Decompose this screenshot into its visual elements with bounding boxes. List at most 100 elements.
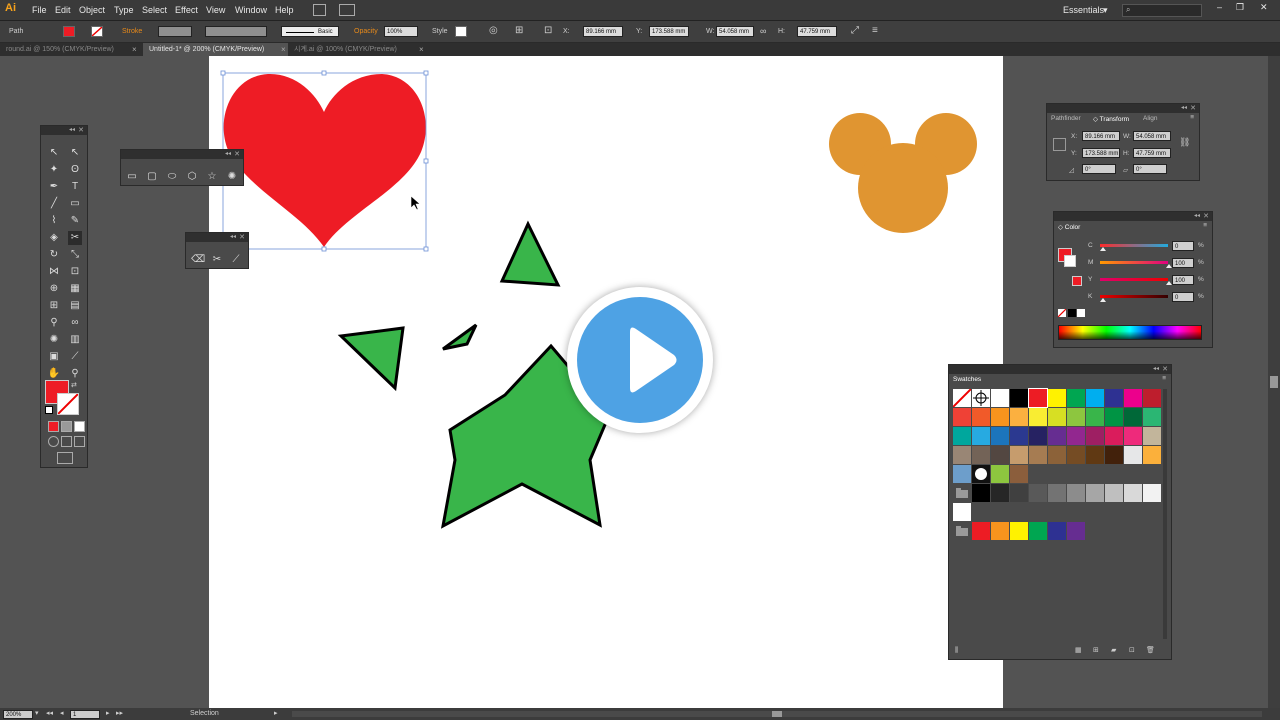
direct-selection-tool-icon[interactable]: ↖: [68, 146, 82, 160]
channel-slider[interactable]: [1100, 261, 1168, 264]
swatch[interactable]: [991, 408, 1009, 426]
swatch[interactable]: [1028, 388, 1048, 408]
swatch[interactable]: [1010, 446, 1028, 464]
swatch[interactable]: [991, 522, 1009, 540]
collapse-icon[interactable]: ◂◂: [230, 233, 236, 240]
tab-pathfinder[interactable]: Pathfinder: [1051, 115, 1081, 122]
constrain-proportions-icon[interactable]: ⛓: [1179, 137, 1190, 148]
swatch[interactable]: [972, 408, 990, 426]
tools-panel-header[interactable]: ◂◂ ✕: [41, 126, 87, 135]
channel-slider[interactable]: [1100, 295, 1168, 298]
folder-icon[interactable]: [953, 522, 971, 540]
type-tool-icon[interactable]: T: [68, 180, 82, 194]
slider-thumb[interactable]: [1100, 247, 1106, 251]
draw-normal-icon[interactable]: [48, 436, 59, 447]
swatch[interactable]: [1105, 389, 1123, 407]
swatch[interactable]: [1105, 408, 1123, 426]
swatch[interactable]: [1048, 408, 1066, 426]
swatch[interactable]: [972, 427, 990, 445]
artboard-number-field[interactable]: 1: [70, 710, 100, 719]
line-tool-icon[interactable]: ╱: [47, 197, 61, 211]
selection-tool-icon[interactable]: ↖: [47, 146, 61, 160]
reference-point-icon[interactable]: [1053, 138, 1066, 151]
lasso-tool-icon[interactable]: ʘ: [68, 163, 82, 177]
swatch[interactable]: [1067, 389, 1085, 407]
close-icon[interactable]: ✕: [239, 233, 245, 241]
width-tool-icon[interactable]: ⋈: [47, 265, 61, 279]
swatch[interactable]: [1086, 389, 1104, 407]
swatch[interactable]: [1143, 446, 1161, 464]
screen-mode-icon[interactable]: [57, 452, 73, 464]
swatch[interactable]: [1010, 408, 1028, 426]
h-field[interactable]: 47.759 mm: [1133, 148, 1171, 158]
swatch[interactable]: [1086, 427, 1104, 445]
collapse-icon[interactable]: ◂◂: [69, 126, 75, 133]
panel-menu-icon[interactable]: ≡: [1190, 114, 1194, 121]
collapse-icon[interactable]: ◂◂: [1194, 212, 1200, 219]
x-field[interactable]: 89.166 mm: [1082, 131, 1120, 141]
swatch-none[interactable]: [952, 388, 972, 408]
previous-artboard-icon[interactable]: ◂: [60, 709, 64, 717]
swatch-registration[interactable]: [972, 389, 990, 407]
mesh-tool-icon[interactable]: ⊞: [47, 299, 61, 313]
flare-tool-icon[interactable]: ✺: [225, 170, 239, 184]
ellipse-tool-icon[interactable]: ⬭: [165, 170, 179, 184]
stroke-swatch[interactable]: [1064, 255, 1076, 267]
channel-field[interactable]: 0: [1172, 292, 1194, 302]
tab-swatches[interactable]: Swatches: [953, 376, 981, 383]
close-icon[interactable]: ✕: [78, 126, 84, 134]
shear-field[interactable]: 0°: [1133, 164, 1167, 174]
collapse-icon[interactable]: ◂◂: [225, 150, 231, 157]
rotate-tool-icon[interactable]: ↻: [47, 248, 61, 262]
rounded-rectangle-tool-icon[interactable]: ▢: [145, 170, 159, 184]
white-swatch[interactable]: [1077, 309, 1085, 317]
horizontal-scrollbar[interactable]: [292, 711, 1262, 717]
y-field[interactable]: 173.588 mm: [1082, 148, 1120, 158]
magic-wand-tool-icon[interactable]: ✦: [47, 163, 61, 177]
scroll-thumb[interactable]: [1270, 376, 1278, 388]
hand-tool-icon[interactable]: ✋: [47, 367, 61, 381]
collapse-icon[interactable]: ◂◂: [1153, 365, 1159, 372]
knife-tool-icon[interactable]: ⟋: [229, 253, 243, 267]
none-swatch[interactable]: [1058, 309, 1066, 317]
panel-menu-icon[interactable]: ≡: [1203, 222, 1207, 229]
zoom-tool-icon[interactable]: ⚲: [68, 367, 82, 381]
swatch[interactable]: [1029, 522, 1047, 540]
channel-field[interactable]: 100: [1172, 275, 1194, 285]
swatch[interactable]: [1067, 427, 1085, 445]
swatch[interactable]: [1029, 427, 1047, 445]
color-spectrum[interactable]: [1058, 325, 1202, 340]
slice-tool-icon[interactable]: ⟋: [68, 350, 82, 364]
swatch[interactable]: [1105, 484, 1123, 502]
rectangle-tool-icon[interactable]: ▭: [125, 170, 139, 184]
folder-icon[interactable]: [953, 484, 971, 502]
out-of-gamut-swatch[interactable]: [1072, 276, 1082, 286]
new-swatch-icon[interactable]: ⊡: [1129, 646, 1135, 654]
scissors-tool-icon[interactable]: ✂: [68, 231, 82, 245]
scroll-thumb[interactable]: [772, 711, 782, 717]
gradient-mode-icon[interactable]: [61, 421, 72, 432]
swatch[interactable]: [1048, 484, 1066, 502]
swatch[interactable]: [1086, 446, 1104, 464]
swatch[interactable]: [1124, 389, 1142, 407]
swatch[interactable]: [972, 522, 990, 540]
delete-swatch-icon[interactable]: 🗑: [1146, 646, 1155, 654]
close-icon[interactable]: ✕: [1162, 365, 1168, 373]
swatch[interactable]: [1086, 484, 1104, 502]
artboard-tool-icon[interactable]: ▣: [47, 350, 61, 364]
slider-thumb[interactable]: [1100, 298, 1106, 302]
close-icon[interactable]: ✕: [234, 150, 240, 158]
color-mode-icon[interactable]: [48, 421, 59, 432]
swatch-pattern[interactable]: [972, 465, 990, 483]
swatch[interactable]: [1067, 446, 1085, 464]
pen-tool-icon[interactable]: ✒: [47, 180, 61, 194]
swatch[interactable]: [953, 408, 971, 426]
channel-slider[interactable]: [1100, 244, 1168, 247]
eraser-tool-icon[interactable]: ⌫: [191, 253, 205, 267]
first-artboard-icon[interactable]: ◂◂: [46, 709, 53, 717]
close-icon[interactable]: ✕: [1190, 104, 1196, 112]
swatch[interactable]: [1029, 446, 1047, 464]
swatch-scrollbar[interactable]: [1163, 389, 1167, 639]
draw-behind-icon[interactable]: [61, 436, 72, 447]
swatch[interactable]: [1143, 408, 1161, 426]
